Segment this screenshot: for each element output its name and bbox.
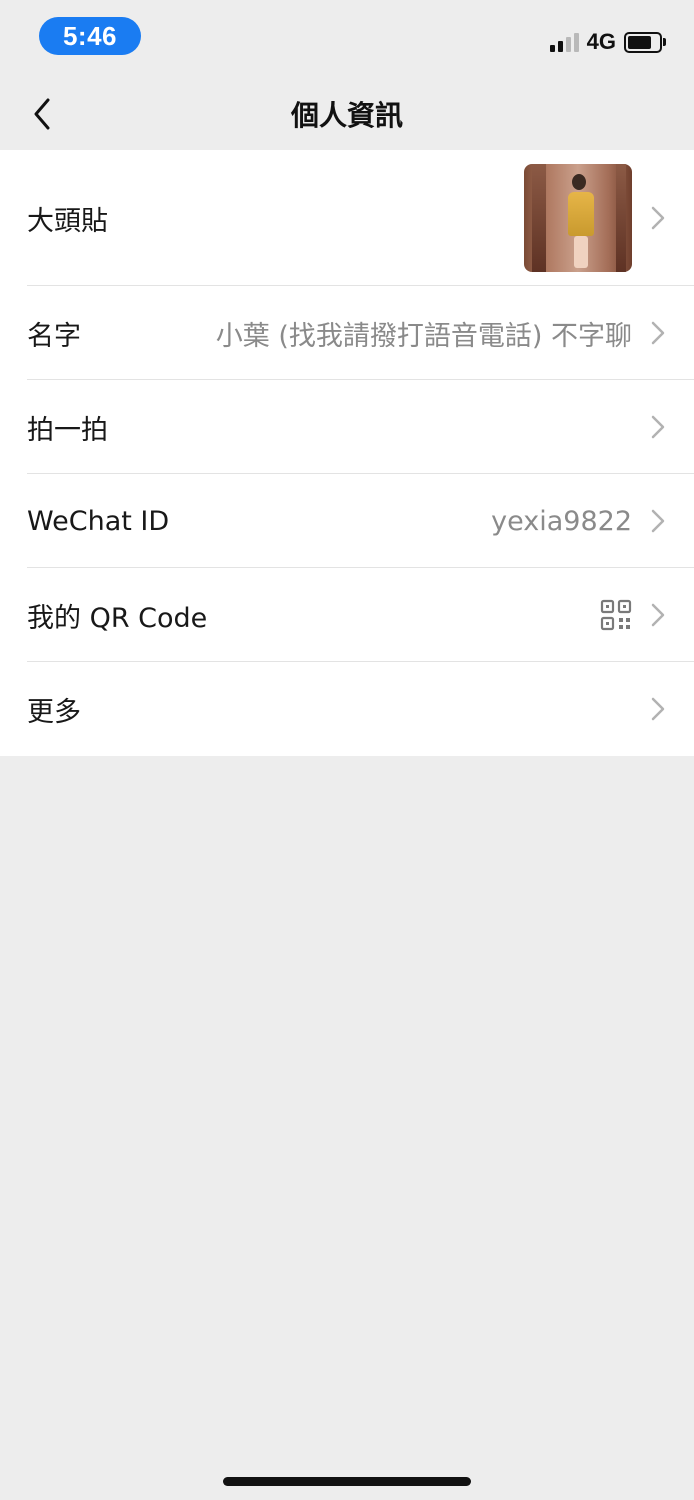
home-indicator[interactable] <box>223 1477 471 1486</box>
name-value: 小葉 (找我請撥打語音電話) 不字聊 <box>215 320 632 352</box>
chevron-right-icon <box>651 603 665 627</box>
status-bar: 5:46 4G <box>0 0 694 78</box>
name-row[interactable]: 名字 小葉 (找我請撥打語音電話) 不字聊 <box>0 286 694 380</box>
status-time[interactable]: 5:46 <box>39 17 141 55</box>
wechat-id-row[interactable]: WeChat ID yexia9822 <box>0 474 694 568</box>
avatar[interactable] <box>524 164 632 272</box>
chevron-right-icon <box>651 509 665 533</box>
name-label: 名字 <box>27 320 81 352</box>
qr-code-row[interactable]: 我的 QR Code <box>0 568 694 662</box>
wechat-id-label: WeChat ID <box>27 505 170 537</box>
more-label: 更多 <box>27 696 81 728</box>
back-button[interactable] <box>18 90 66 138</box>
battery-icon <box>624 31 666 53</box>
pat-label: 拍一拍 <box>27 414 108 446</box>
navigation-bar: 個人資訊 <box>0 78 694 150</box>
profile-photo-row[interactable]: 大頭貼 <box>0 150 694 286</box>
chevron-left-icon <box>34 98 50 130</box>
chevron-right-icon <box>651 697 665 721</box>
status-indicators: 4G <box>549 29 666 55</box>
cellular-signal-icon <box>549 32 579 52</box>
qr-code-label: 我的 QR Code <box>27 602 208 634</box>
network-type: 4G <box>586 29 616 54</box>
qr-code-icon <box>600 599 632 631</box>
profile-photo-label: 大頭貼 <box>27 205 108 237</box>
chevron-right-icon <box>651 321 665 345</box>
chevron-right-icon <box>651 415 665 439</box>
more-row[interactable]: 更多 <box>0 662 694 756</box>
pat-row[interactable]: 拍一拍 <box>0 380 694 474</box>
page-title: 個人資訊 <box>290 99 403 132</box>
wechat-id-value: yexia9822 <box>491 505 632 537</box>
chevron-right-icon <box>651 206 665 230</box>
profile-settings-list: 大頭貼 名字 小葉 (找我請撥打語音電話) 不字聊 拍一拍 WeChat ID … <box>0 150 694 756</box>
